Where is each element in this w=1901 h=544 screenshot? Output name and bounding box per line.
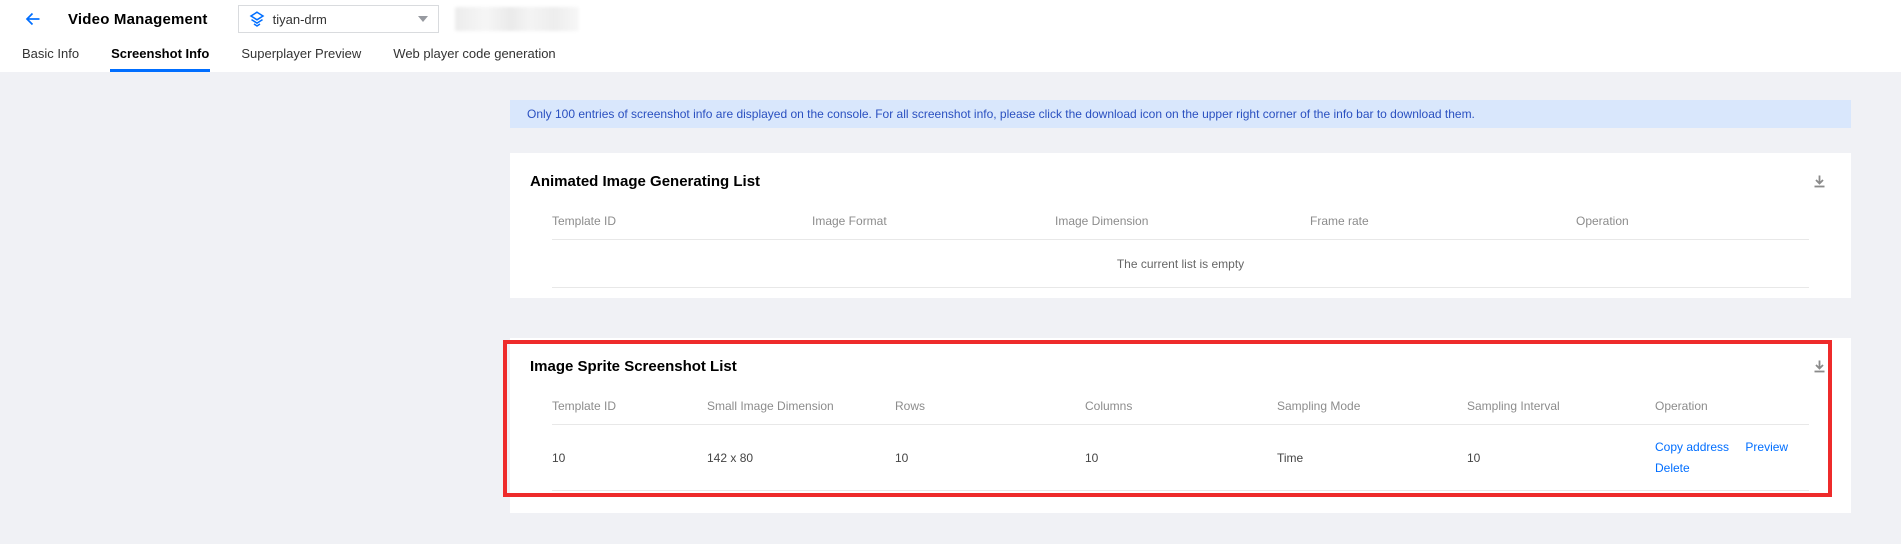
animated-card-title: Animated Image Generating List — [530, 173, 1831, 190]
animated-table: Template ID Image Format Image Dimension… — [552, 202, 1809, 288]
vod-app-icon — [249, 11, 265, 28]
image-sprite-card: Image Sprite Screenshot List Template ID… — [510, 338, 1851, 513]
download-button-animated[interactable] — [1809, 171, 1829, 191]
cell-sampling-mode: Time — [1277, 451, 1467, 465]
back-arrow-icon — [24, 11, 41, 27]
copy-address-link[interactable]: Copy address — [1655, 440, 1729, 454]
column-header: Operation — [1576, 214, 1809, 228]
column-header: Template ID — [552, 399, 707, 413]
column-header: Operation — [1655, 399, 1809, 413]
top-bar: Video Management tiyan-drm — [0, 0, 1901, 38]
animated-table-header: Template ID Image Format Image Dimension… — [552, 202, 1809, 240]
column-header: Frame rate — [1310, 214, 1576, 228]
back-button[interactable] — [20, 7, 44, 31]
tab-basic-info[interactable]: Basic Info — [21, 38, 80, 72]
column-header: Sampling Interval — [1467, 399, 1655, 413]
cell-columns: 10 — [1085, 451, 1277, 465]
table-row: 10 142 x 80 10 10 Time 10 Copy address P… — [552, 425, 1809, 491]
column-header: Sampling Mode — [1277, 399, 1467, 413]
column-header: Template ID — [552, 214, 812, 228]
content-area: Only 100 entries of screenshot info are … — [0, 72, 1901, 544]
cell-sampling-interval: 10 — [1467, 451, 1655, 465]
column-header: Rows — [895, 399, 1085, 413]
sprite-card-title: Image Sprite Screenshot List — [530, 358, 1831, 375]
preview-link[interactable]: Preview — [1745, 440, 1788, 454]
sprite-table-header: Template ID Small Image Dimension Rows C… — [552, 387, 1809, 425]
column-header: Columns — [1085, 399, 1277, 413]
tab-screenshot-info[interactable]: Screenshot Info — [110, 38, 210, 72]
delete-link[interactable]: Delete — [1655, 461, 1690, 475]
empty-list-message: The current list is empty — [552, 240, 1809, 288]
download-icon — [1812, 359, 1827, 374]
column-header: Small Image Dimension — [707, 399, 895, 413]
app-select-value: tiyan-drm — [273, 12, 327, 27]
tab-superplayer-preview[interactable]: Superplayer Preview — [240, 38, 362, 72]
column-header: Image Dimension — [1055, 214, 1310, 228]
animated-image-card: Animated Image Generating List Template … — [510, 153, 1851, 298]
column-header: Image Format — [812, 214, 1055, 228]
cell-small-image-dimension: 142 x 80 — [707, 451, 895, 465]
dropdown-caret-icon — [418, 16, 428, 22]
cell-template-id: 10 — [552, 451, 707, 465]
tab-web-player-code[interactable]: Web player code generation — [392, 38, 556, 72]
cell-rows: 10 — [895, 451, 1085, 465]
sprite-table: Template ID Small Image Dimension Rows C… — [552, 387, 1809, 491]
info-banner: Only 100 entries of screenshot info are … — [510, 100, 1851, 128]
download-button-sprite[interactable] — [1809, 356, 1829, 376]
download-icon — [1812, 174, 1827, 189]
page-title: Video Management — [68, 11, 208, 28]
cell-operation: Copy address Preview Delete — [1655, 437, 1809, 479]
tab-bar: Basic Info Screenshot Info Superplayer P… — [0, 38, 1901, 72]
app-select-dropdown[interactable]: tiyan-drm — [238, 5, 439, 33]
redacted-text-blur — [455, 7, 579, 31]
